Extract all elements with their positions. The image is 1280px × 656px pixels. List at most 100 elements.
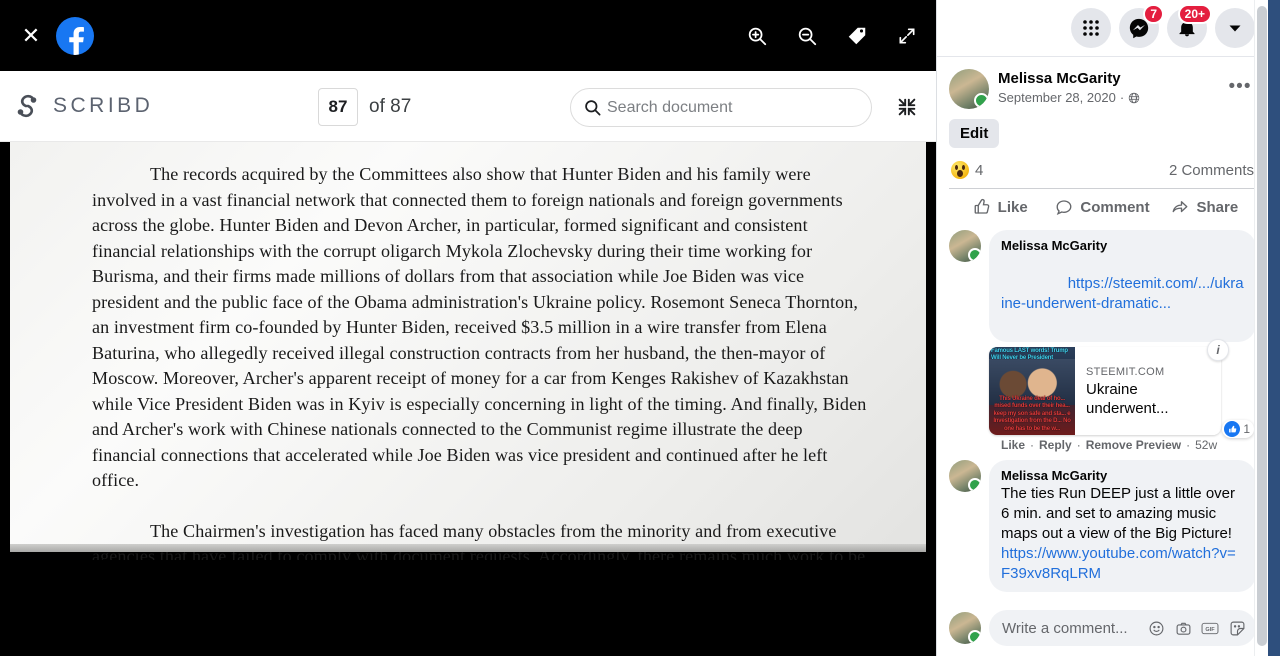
window-edge	[1268, 0, 1280, 656]
comment-body: Melissa McGarity The ties Run DEEP just …	[989, 460, 1256, 592]
screen: ✕ SCRIBD 87 of 87 Search document The re…	[0, 0, 1280, 656]
comment-link[interactable]: https://www.youtube.com/watch?v=F39xv8Rq…	[1001, 545, 1236, 582]
chevron-down-icon[interactable]	[1215, 8, 1255, 48]
comment-bubble: Melissa McGarity The ties Run DEEP just …	[989, 460, 1256, 592]
share-label: Share	[1196, 198, 1239, 216]
comment-text-body: The ties Run DEEP just a little over 6 m…	[1001, 485, 1240, 542]
comments-count[interactable]: 2 Comments	[1169, 162, 1254, 179]
zoom-in-icon[interactable]	[742, 21, 772, 51]
comment-timestamp: 52w	[1195, 438, 1218, 452]
search-placeholder-text: Search document	[607, 98, 733, 116]
sticker-icon[interactable]	[1228, 619, 1246, 637]
comments-list: Melissa McGarity https://steemit.com/...…	[937, 226, 1268, 600]
comment-author[interactable]: Melissa McGarity	[1001, 237, 1244, 254]
meta-separator: ·	[1119, 90, 1125, 105]
link-preview-domain: STEEMIT.COM	[1086, 365, 1165, 378]
scribd-logo[interactable]: SCRIBD	[12, 90, 153, 122]
meta-sep: ·	[1186, 438, 1191, 452]
post-action-bar: Like Comment Share	[949, 188, 1256, 226]
thumbs-up-filled-icon	[1224, 421, 1241, 437]
avatar[interactable]	[949, 230, 981, 262]
tag-icon[interactable]	[842, 21, 872, 51]
page-navigation: 87 of 87	[318, 71, 411, 142]
document-canvas[interactable]: The records acquired by the Committees a…	[0, 142, 936, 560]
page-edge	[10, 544, 926, 552]
zoom-out-icon[interactable]	[792, 21, 822, 51]
post-header: Melissa McGarity September 28, 2020 · ••…	[937, 57, 1268, 109]
comment-like-action[interactable]: Like	[1001, 438, 1025, 452]
viewer-toolbar: SCRIBD 87 of 87 Search document	[0, 71, 936, 142]
thumbnail-caption-top: Famous LAST words! Trump Will Never be P…	[991, 348, 1068, 361]
list-item: Melissa McGarity The ties Run DEEP just …	[949, 460, 1256, 592]
gif-icon[interactable]: GIF	[1201, 619, 1219, 637]
ellipsis-icon[interactable]: •••	[1224, 71, 1256, 103]
thumbs-up-icon	[974, 199, 989, 214]
thumbnail-caption-bottom: This Ukraine deal of ho... mised funds o…	[993, 395, 1071, 432]
facebook-navbar: 7 20+	[937, 0, 1268, 57]
link-preview-info: STEEMIT.COM Ukraine underwent...	[1075, 347, 1221, 435]
current-page-input[interactable]: 87	[318, 87, 358, 126]
comment-body: Melissa McGarity https://steemit.com/...…	[989, 230, 1256, 452]
globe-icon[interactable]	[1128, 92, 1140, 104]
emoji-icon[interactable]	[1147, 619, 1165, 637]
comment-label: Comment	[1080, 198, 1150, 216]
facebook-panel: 7 20+ Melissa McGarity September 28, 202…	[936, 0, 1268, 656]
messenger-icon[interactable]: 7	[1119, 4, 1164, 48]
post-stats: 4 2 Comments	[937, 148, 1268, 188]
expand-icon[interactable]	[892, 21, 922, 51]
edit-button[interactable]: Edit	[949, 119, 1000, 148]
comment-like-count: 1	[1243, 422, 1250, 436]
viewer-tools	[742, 0, 922, 71]
share-arrow-icon	[1173, 201, 1188, 213]
link-preview-title: Ukraine underwent...	[1086, 380, 1169, 417]
list-item: Melissa McGarity https://steemit.com/...…	[949, 230, 1256, 452]
link-preview-card[interactable]: Famous LAST words! Trump Will Never be P…	[989, 339, 1229, 435]
comment-input[interactable]: Write a comment... GIF	[989, 610, 1256, 646]
collapse-icon[interactable]	[892, 92, 922, 122]
grid-menu-icon[interactable]	[1071, 8, 1111, 48]
avatar[interactable]	[949, 612, 981, 644]
facebook-icon[interactable]	[56, 16, 94, 55]
document-search-input[interactable]: Search document	[570, 88, 872, 127]
reaction-count: 4	[975, 161, 984, 179]
scrollbar[interactable]	[1254, 0, 1268, 656]
post-date: September 28, 2020	[998, 90, 1116, 105]
reactions-summary[interactable]: 4	[951, 161, 983, 179]
like-button[interactable]: Like	[949, 192, 1051, 222]
like-label: Like	[997, 198, 1028, 216]
comment-composer: Write a comment... GIF	[937, 602, 1268, 656]
total-pages-label: of 87	[369, 95, 412, 117]
document-paragraph: The records acquired by the Committees a…	[92, 164, 867, 490]
comment-meta: Like · Reply · Remove Preview · 52w 1	[989, 420, 1256, 452]
meta-sep: ·	[1076, 438, 1081, 452]
edit-row: Edit	[937, 109, 1268, 148]
wow-emoji	[951, 161, 969, 179]
bell-icon[interactable]: 20+	[1167, 4, 1212, 48]
comment-reply-action[interactable]: Reply	[1039, 438, 1072, 452]
comment-like-count-chip[interactable]: 1	[1222, 420, 1254, 438]
comment-bubble: Melissa McGarity https://steemit.com/...…	[989, 230, 1256, 342]
link-preview-thumbnail: Famous LAST words! Trump Will Never be P…	[989, 347, 1075, 435]
scrollbar-thumb[interactable]	[1257, 6, 1267, 646]
info-icon[interactable]: i	[1207, 339, 1229, 361]
camera-icon[interactable]	[1174, 619, 1192, 637]
notifications-badge: 20+	[1177, 4, 1212, 24]
close-icon[interactable]: ✕	[11, 16, 51, 56]
post-scroll-area: Melissa McGarity September 28, 2020 · ••…	[937, 57, 1268, 656]
meta-sep: ·	[1030, 438, 1035, 452]
share-button[interactable]: Share	[1154, 192, 1256, 222]
scribd-viewer: ✕ SCRIBD 87 of 87 Search document The re…	[0, 0, 936, 656]
comment-link[interactable]: https://steemit.com/.../ukraine-underwen…	[1001, 275, 1244, 312]
avatar[interactable]	[949, 460, 981, 492]
avatar[interactable]	[949, 69, 989, 109]
remove-preview-action[interactable]: Remove Preview	[1086, 438, 1181, 452]
post-meta: September 28, 2020 ·	[998, 89, 1140, 107]
comment-button[interactable]: Comment	[1051, 192, 1153, 222]
comment-input-placeholder: Write a comment...	[1002, 619, 1128, 637]
post-author-name[interactable]: Melissa McGarity	[998, 69, 1140, 89]
svg-text:GIF: GIF	[1205, 626, 1215, 632]
viewer-topbar: ✕	[0, 0, 936, 71]
comment-text: The ties Run DEEP just a little over 6 m…	[1001, 484, 1244, 584]
search-icon	[585, 100, 601, 116]
comment-author[interactable]: Melissa McGarity	[1001, 467, 1244, 484]
